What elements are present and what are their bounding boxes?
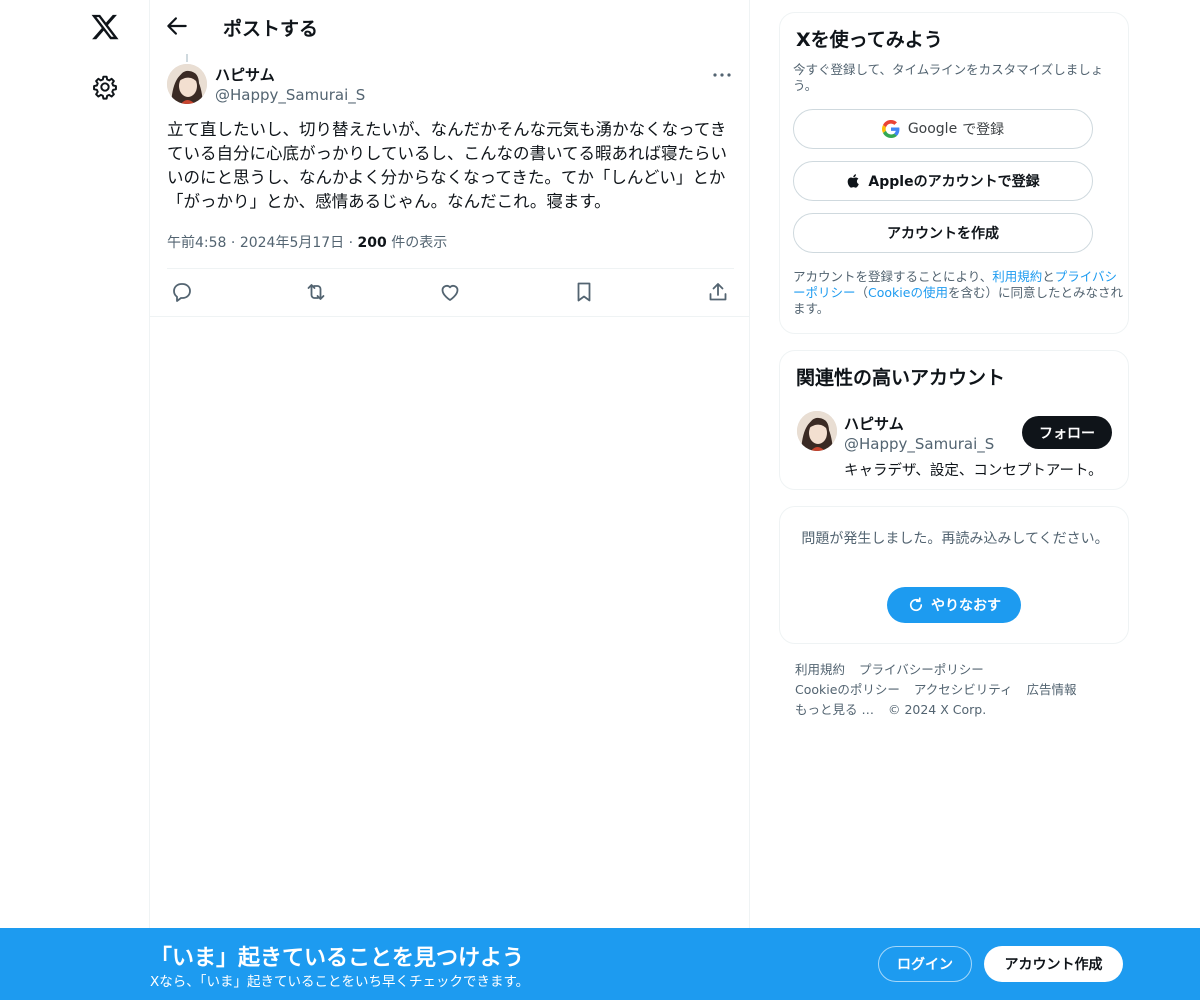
related-accounts-card: 関連性の高いアカウント ハピサム @Happy_Samurai_S キャラデザ、… xyxy=(779,350,1129,490)
error-card: 問題が発生しました。再読み込みしてください。 やりなおす xyxy=(779,506,1129,644)
footer-link-accessibility[interactable]: アクセシビリティ xyxy=(914,682,1013,697)
author-handle[interactable]: @Happy_Samurai_S xyxy=(215,86,365,104)
cookie-open: （ xyxy=(855,285,869,300)
thread-line xyxy=(186,54,188,62)
refresh-icon xyxy=(909,597,923,612)
signup-button[interactable]: アカウント作成 xyxy=(984,946,1123,982)
terms-text: アカウントを登録することにより、利用規約とプライバシーポリシー（Cookieの使… xyxy=(793,269,1123,317)
post-text: 立て直したいし、切り替えたいが、なんだかそんな元気も湧かなくなってきている自分に… xyxy=(167,120,728,211)
reply-icon[interactable] xyxy=(170,280,194,304)
arrow-left-icon[interactable] xyxy=(164,13,190,39)
views-count: 200 xyxy=(357,235,387,251)
related-bio: キャラデザ、設定、コンセプトアート。 xyxy=(844,463,1103,479)
left-nav xyxy=(0,0,150,1000)
share-icon[interactable] xyxy=(706,280,730,304)
footer-link-cookie[interactable]: Cookieのポリシー xyxy=(795,682,900,697)
gear-icon[interactable] xyxy=(92,74,118,100)
avatar-image xyxy=(167,64,207,104)
meta-separator: · xyxy=(348,235,354,251)
related-name[interactable]: ハピサム xyxy=(844,413,904,434)
signup-card: Xを使ってみよう 今すぐ登録して、タイムラインをカスタマイズしましょう。 Goo… xyxy=(779,12,1129,334)
terms-link[interactable]: 利用規約 xyxy=(992,269,1042,284)
login-button[interactable]: ログイン xyxy=(878,946,972,982)
bookmark-icon[interactable] xyxy=(572,280,596,304)
footer-links: 利用規約 プライバシーポリシー Cookieのポリシー アクセシビリティ 広告情… xyxy=(795,660,1115,720)
more-options-icon[interactable] xyxy=(710,64,734,86)
views-label: 件の表示 xyxy=(391,235,448,251)
meta-separator: · xyxy=(230,235,236,251)
google-label: Google xyxy=(907,121,958,137)
signup-title: Xを使ってみよう xyxy=(796,29,943,51)
follow-button[interactable]: フォロー xyxy=(1022,416,1112,449)
divider xyxy=(167,268,734,269)
apple-icon xyxy=(848,174,860,188)
apple-signup-button[interactable]: Appleのアカウントで登録 xyxy=(793,161,1093,201)
post-actions xyxy=(167,270,734,316)
retry-button[interactable]: やりなおす xyxy=(887,587,1021,623)
terms-prefix: アカウントを登録することにより、 xyxy=(793,269,993,284)
post-time[interactable]: 午前4:58 xyxy=(167,235,226,251)
footer-link-privacy[interactable]: プライバシーポリシー xyxy=(859,662,984,677)
avatar[interactable] xyxy=(797,411,837,451)
main-column: ポストする ハピサム @Happy_Samurai_S 立て直したいし、切り替え… xyxy=(149,0,750,1000)
avatar[interactable] xyxy=(167,64,207,104)
signup-subtitle: 今すぐ登録して、タイムラインをカスタマイズしましょう。 xyxy=(793,62,1104,93)
copyright: © 2024 X Corp. xyxy=(887,702,987,717)
banner-title: 「いま」起きていることを見つけよう xyxy=(150,946,525,971)
create-account-button[interactable]: アカウントを作成 xyxy=(793,213,1093,253)
author-name[interactable]: ハピサム xyxy=(215,64,275,85)
footer-link-ads[interactable]: 広告情報 xyxy=(1027,682,1077,697)
google-icon xyxy=(881,120,900,138)
page-header: ポストする xyxy=(150,0,750,53)
post-meta: 午前4:58 · 2024年5月17日 · 200 件の表示 xyxy=(167,232,447,252)
related-handle[interactable]: @Happy_Samurai_S xyxy=(844,435,994,453)
terms-and: と xyxy=(1042,269,1055,284)
footer-link-more[interactable]: もっと見る … xyxy=(795,702,874,717)
divider xyxy=(150,316,750,317)
x-logo-icon[interactable] xyxy=(90,12,120,42)
footer-link-terms[interactable]: 利用規約 xyxy=(795,662,845,677)
post-date[interactable]: 2024年5月17日 xyxy=(240,235,344,251)
google-signup-button[interactable]: Google で登録 xyxy=(793,109,1093,149)
like-icon[interactable] xyxy=(438,280,462,304)
apple-label: Appleのアカウントで登録 xyxy=(868,174,1040,190)
cookie-link[interactable]: Cookieの使用 xyxy=(868,285,948,300)
google-suffix: で登録 xyxy=(962,122,1005,138)
repost-icon[interactable] xyxy=(304,280,328,304)
error-message: 問題が発生しました。再読み込みしてください。 xyxy=(801,531,1109,547)
avatar-image xyxy=(797,411,837,451)
page-title: ポストする xyxy=(223,18,319,40)
related-title: 関連性の高いアカウント xyxy=(796,367,1006,389)
login-banner: 「いま」起きていることを見つけよう Xなら、「いま」起きていることをいち早くチェ… xyxy=(0,928,1200,1000)
retry-label: やりなおす xyxy=(931,598,1001,614)
create-account-label: アカウントを作成 xyxy=(887,226,999,242)
banner-subtitle: Xなら、「いま」起きていることをいち早くチェックできます。 xyxy=(150,974,530,990)
